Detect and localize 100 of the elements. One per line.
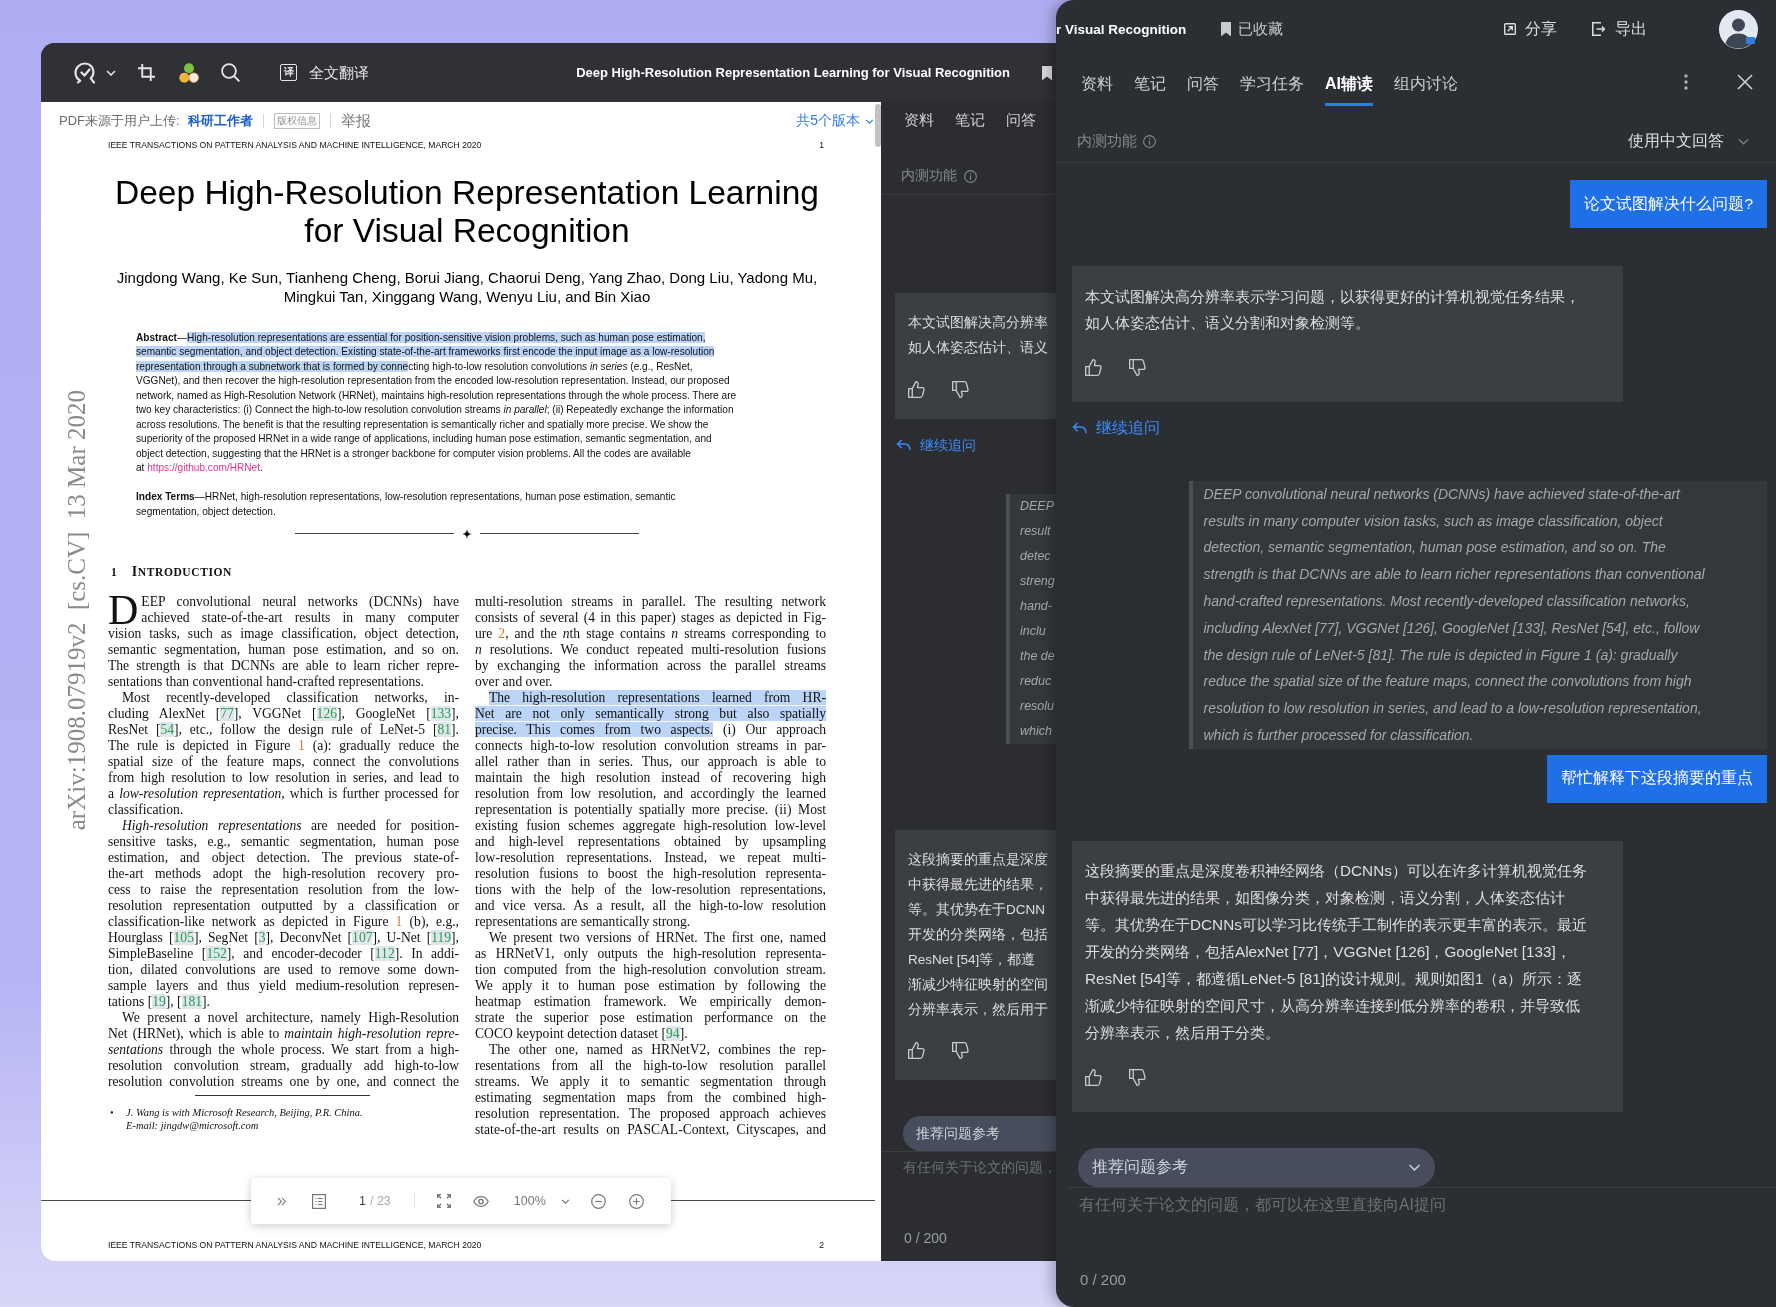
paragraph: The high-resolution representations learned from HR- Net are not only semantically strong but also spatially precise. This comes from two aspects. (i) Our approach connects high-to-low resolution convolution streams in par- allel rather than in series. Thus, our approach is able to maintain the high resolution instead of recovering high resolution from low resolution, and accordingly the learned representation is potentially spatially more precise. (ii) Most existing fusion schemes aggregate high-resolution low-level and high-level representations obtained by upsampling low-resolution representations. Instead, we repeat multi- resolution fusions to boost the high-resolution representa- tions with the help of the low-resolution representations, and vice versa. As a result, all the high-to-low resolution representations are semantically strong.	[475, 689, 826, 930]
more-icon[interactable]	[1684, 74, 1688, 90]
highlighted-text: precise. This comes from two aspects.	[475, 721, 714, 737]
author-list: Jingdong Wang, Ke Sun, Tianheng Cheng, Borui Jiang, Chaorui Deng, Yang Zhao, Dong Liu, Yadong Mu, Mingkui Tan, Xinggang Wang, Wenyu Liu, and Bin Xiao	[108, 267, 826, 306]
citation-link[interactable]: 126	[316, 705, 337, 721]
zoom-in-icon[interactable]	[628, 1193, 644, 1209]
thumbs-up-icon[interactable]	[1085, 359, 1102, 377]
citation-link[interactable]: 94	[666, 1025, 680, 1041]
export-button[interactable]: 导出	[1592, 18, 1647, 40]
tab[interactable]: 问答	[1006, 110, 1036, 132]
paragraph: Most recently-developed classification networks, in- cluding AlexNet [77], VGGNet [126], GoogleNet [133], ResNet [54], etc., follow the design rule of LeNet-5 [81]. The rule is depicted in Figure 1 (a): gradually reduce the spatial size of the feature maps, connect the convolutions from high resolution to low resolution in series, and lead to a low-resolution representation, which is further processed for classification.	[108, 689, 459, 818]
citation-link[interactable]: 54	[160, 721, 174, 737]
figure-link[interactable]: 1	[298, 737, 305, 753]
tab[interactable]: 问答	[1187, 58, 1219, 106]
page-total: / 23	[369, 1194, 391, 1208]
info-icon[interactable]	[1143, 134, 1156, 148]
thumbs-up-icon[interactable]	[908, 380, 925, 398]
tab[interactable]: 笔记	[1134, 58, 1166, 106]
question-input[interactable]: 有任何关于论文的问题，都可以在这里直接向AI提问	[1079, 1195, 1759, 1216]
answer-text: 本文试图解决高分辨率表示学习问题，以获得更好的计算机视觉任务结果， 如人体姿态估计、语义分割和对象检测等。	[1085, 286, 1581, 334]
beta-label: 内测功能	[901, 167, 957, 185]
highlighted-text: semantic segmentation, and object detection. Existing state-of-the-art frameworks first encode the input image as a low-resolution	[136, 346, 715, 357]
citation-link[interactable]: 181	[181, 993, 203, 1009]
chevron-down-icon	[1738, 137, 1749, 145]
caret-down-icon[interactable]	[106, 69, 116, 76]
abstract-text: Abstract—High-resolution representations are essential for position-sensitive vision problems, such as human pose estimation, semantic segmentation, and object detection. Existing state-of-the-art frameworks first encode the input image as a low-resolution representation through a subnetwork that is formed by connecting high-to-low resolution convolutions in series (e.g., ResNet, VGGNet), and then recover the high-resolution representation from the encoded low-resolution representation. Instead, our proposed network, named as High-Resolution Network (HRNet), maintains high-resolution representations through the whole process. There are two key characteristics: (i) Connect the high-to-low resolution convolution streams in parallel; (ii) Repeatedly exchange the information across resolutions. The benefit is that the resulting representation is semantically richer and spatially more precise. We show the superiority of the proposed HRNet in a wide range of applications, including human pose estimation, semantic segmentation, and object detection, suggesting that the HRNet is a stronger backbone for computer vision problems. All the codes are available at https://github.com/HRNet.	[135, 330, 738, 475]
paragraph: multi-resolution streams in parallel. The resulting network consists of several (4 in this paper) stages as depicted in Fig- ure 2, and the nth stage contains n streams corresponding to n resolutions. We conduct repeated multi-resolution fusions by exchanging the information across the parallel streams over and over.	[475, 593, 826, 690]
citation-link[interactable]: 133	[430, 705, 452, 721]
thumbs-down-icon[interactable]	[1129, 1068, 1146, 1086]
eye-icon[interactable]	[472, 1195, 489, 1207]
page-number: 2	[819, 1240, 824, 1250]
zoom-dropdown[interactable]: 100%	[513, 1194, 570, 1208]
translate-button[interactable]: 译 全文翻译	[280, 62, 369, 83]
paragraph: High-resolution representations are needed for position- sensitive tasks, e.g., semantic segmentation, human pose estimation, and object detection. The previous state-of- the-art methods adopt the high-resolution recovery pro- cess to raise the representation resolution from the low- resolution representation outputted by a classification or classification-like network as depicted in Figure 1 (b), e.g., Hourglass [105], SegNet [3], DeconvNet [107], U-Net [119], SimpleBaseline [152], and encoder-decoder [112]. In addi- tion, dilated convolutions are used to remove some down- sample layers and thus yield medium-resolution represen- tations [19], [181].	[108, 817, 459, 1010]
user-message: 帮忙解释下这段摘要的重点	[1547, 754, 1767, 803]
search-icon[interactable]	[221, 63, 240, 82]
tab[interactable]: 笔记	[955, 110, 985, 132]
suggested-questions-button[interactable]: 推荐问题参考	[903, 1116, 1056, 1151]
citation-link[interactable]: 152	[206, 945, 227, 961]
thumbs-down-icon[interactable]	[1129, 359, 1146, 377]
scrollbar-thumb[interactable]	[875, 104, 881, 147]
double-chevron-icon[interactable]	[277, 1196, 286, 1206]
uploader-link[interactable]: 科研工作者	[187, 112, 253, 130]
share-icon	[1504, 23, 1516, 35]
citation-link[interactable]: 112	[374, 945, 395, 961]
citation-link[interactable]: 81	[437, 721, 452, 737]
thumbs-up-icon[interactable]	[1085, 1068, 1102, 1086]
zoom-out-icon[interactable]	[590, 1193, 606, 1209]
current-page[interactable]: 1	[359, 1194, 366, 1208]
translate-icon: 译	[280, 64, 297, 81]
question-input[interactable]: 有任何关于论文的问题，	[903, 1158, 1056, 1178]
app-logo-icon[interactable]	[74, 61, 96, 84]
close-icon[interactable]	[1737, 74, 1753, 90]
bookmark-button[interactable]: 已收藏	[1221, 19, 1284, 39]
bookmark-icon[interactable]	[1042, 65, 1052, 80]
figure-link[interactable]: 1	[395, 913, 403, 929]
info-icon[interactable]	[964, 169, 977, 183]
answer-text: 这段摘要的重点是深度 中获得最先进的结果， 等。其优势在于DCNN 开发的分类网络，包括 ResNet [54]等，都遵 渐减少特征映射的空间 分辨率表示，然后用于	[908, 850, 1049, 1019]
fullscreen-icon[interactable]	[436, 1194, 451, 1208]
tab[interactable]: 学习任务	[1240, 58, 1304, 106]
reply-arrow-icon	[896, 439, 911, 451]
thumbs-up-icon[interactable]	[908, 1042, 925, 1059]
suggested-questions-button[interactable]: 推荐问题参考	[1078, 1147, 1435, 1188]
citation-link[interactable]: 19	[152, 993, 166, 1009]
beta-label: 内测功能	[1077, 131, 1137, 151]
follow-up-link[interactable]: 继续追问	[896, 435, 976, 455]
follow-up-link[interactable]: 继续追问	[1072, 417, 1160, 438]
thumbs-down-icon[interactable]	[952, 380, 969, 398]
document-title: Deep High-Resolution Representation Learning for Visual Recognition	[576, 65, 1010, 80]
quoted-text: DEEP result detec streng hand- inclu the de reduc resolu which	[1006, 493, 1056, 744]
paragraph: The other one, named as HRNetV2, combines the rep- resentations from all the high-to-low resolution parallel streams. We apply it to semantic segmentation through estimating segmentation maps from the combined high- resolution representation. The proposed approach achieves state-of-the-art results on PASCAL-Context, Cityscapes, and	[475, 1041, 826, 1139]
share-button[interactable]: 分享	[1504, 18, 1557, 40]
tab[interactable]: AI辅读	[1325, 58, 1373, 106]
language-dropdown[interactable]: 使用中文回答	[1628, 131, 1749, 151]
crop-icon[interactable]	[138, 64, 155, 81]
char-counter: 0 / 200	[904, 1229, 948, 1248]
citation-link[interactable]: 105	[173, 929, 194, 945]
tab[interactable]: 资料	[1081, 58, 1113, 106]
citation-link[interactable]: 119	[431, 929, 452, 945]
arxiv-label: arXiv:1908.07919v2 [cs.CV] 13 Mar 2020	[63, 390, 91, 831]
versions-dropdown[interactable]: 共5个版本	[796, 112, 874, 130]
citation-link[interactable]: 77	[220, 705, 234, 721]
paper-title: Deep High-Resolution Representation Learning for Visual Recognition	[114, 174, 820, 250]
color-circles-icon[interactable]	[179, 62, 199, 83]
thumbs-down-icon[interactable]	[952, 1042, 969, 1059]
tab[interactable]: 组内讨论	[1394, 58, 1458, 106]
url-link[interactable]: https://github.com/HRNet	[147, 462, 260, 473]
panel-title: r Visual Recognition	[1056, 21, 1187, 37]
tab[interactable]: 资料	[904, 110, 934, 132]
user-avatar[interactable]	[1719, 9, 1758, 49]
ornament-star-icon	[462, 528, 472, 539]
citation-link[interactable]: 3	[258, 929, 266, 945]
highlighted-text: The high-resolution representations learned from HR-	[489, 689, 826, 705]
running-head: IEEE TRANSACTIONS ON PATTERN ANALYSIS AND MACHINE INTELLIGENCE, MARCH 2020	[108, 1240, 482, 1250]
citation-link[interactable]: 107	[352, 929, 373, 945]
report-link[interactable]: 举报	[340, 111, 371, 131]
copyright-tag[interactable]: 版权信息	[273, 113, 320, 129]
index-terms: Index Terms—HRNet, high-resolution representations, low-resolution representations, human pose estimation, semantic segmentation, object detection.	[135, 490, 677, 519]
list-icon[interactable]	[312, 1193, 326, 1209]
source-label: PDF来源于用户上传:	[59, 112, 180, 130]
